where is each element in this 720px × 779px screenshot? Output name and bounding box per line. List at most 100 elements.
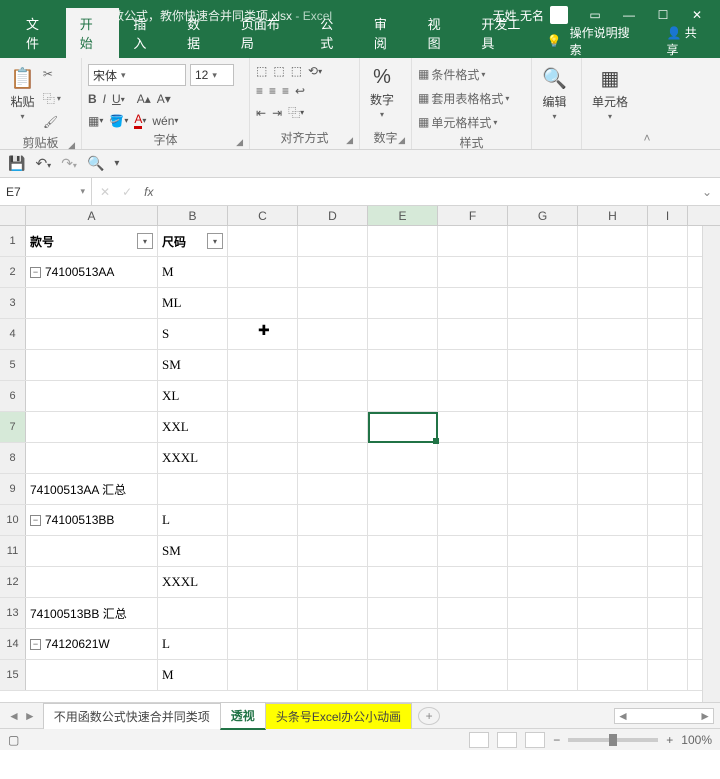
collapse-icon[interactable]: − [30,267,41,278]
dialog-launcher-icon[interactable]: ◢ [398,135,405,146]
cell[interactable] [298,629,368,659]
cell[interactable] [158,474,228,504]
decrease-indent-button[interactable]: ⇤ [256,106,266,120]
cell[interactable]: −74100513BB [26,505,158,535]
dialog-launcher-icon[interactable]: ◢ [346,135,353,146]
cell[interactable] [26,319,158,349]
cell[interactable] [438,474,508,504]
cell[interactable] [298,505,368,535]
zoom-out-button[interactable]: − [553,733,560,747]
border-button[interactable]: ▦ ▾ [88,114,103,128]
cell[interactable]: M [158,660,228,690]
cell[interactable] [298,536,368,566]
align-right-button[interactable]: ≡ [282,84,289,98]
cell[interactable] [438,443,508,473]
bold-button[interactable]: B [88,92,97,106]
cell[interactable] [368,350,438,380]
tab-file[interactable]: 文件 [12,8,66,58]
cell[interactable] [438,598,508,628]
cell[interactable] [298,660,368,690]
cell[interactable]: 74100513BB 汇总 [26,598,158,628]
cell[interactable] [228,257,298,287]
cell[interactable] [228,598,298,628]
col-header[interactable]: A [26,206,158,225]
cell[interactable] [228,629,298,659]
row-header[interactable]: 5 [0,350,26,380]
cell[interactable] [578,567,648,597]
tab-layout[interactable]: 页面布局 [227,8,306,58]
col-header[interactable]: G [508,206,578,225]
zoom-level[interactable]: 100% [681,733,712,747]
cell[interactable] [438,505,508,535]
page-break-view-button[interactable] [525,732,545,748]
conditional-format-button[interactable]: ▦条件格式▾ [418,64,485,84]
cell[interactable] [26,288,158,318]
cell[interactable]: −74100513AA [26,257,158,287]
cell[interactable] [438,567,508,597]
redo-button[interactable]: ↷▾ [61,155,77,172]
cell[interactable] [438,629,508,659]
col-header[interactable]: C [228,206,298,225]
cell[interactable] [228,567,298,597]
new-sheet-button[interactable]: + [418,707,440,725]
worksheet-grid[interactable]: A B C D E F G H I 1款号▾尺码▾2−74100513AAM3M… [0,206,720,702]
cell[interactable] [228,350,298,380]
align-center-button[interactable]: ≡ [269,84,276,98]
orientation-button[interactable]: ⟲▾ [308,64,322,78]
cell[interactable] [438,660,508,690]
cell[interactable] [648,660,688,690]
cell[interactable] [578,381,648,411]
cell[interactable] [508,226,578,256]
row-header[interactable]: 6 [0,381,26,411]
cell[interactable]: XXXL [158,567,228,597]
cell[interactable] [508,629,578,659]
cell[interactable] [368,288,438,318]
cell[interactable] [648,443,688,473]
cell[interactable]: XL [158,381,228,411]
cell[interactable] [438,381,508,411]
tab-dev[interactable]: 开发工具 [467,8,546,58]
cell[interactable] [648,567,688,597]
row-header[interactable]: 13 [0,598,26,628]
cell[interactable]: 尺码▾ [158,226,228,256]
cell[interactable] [228,288,298,318]
row-header[interactable]: 9 [0,474,26,504]
phonetic-button[interactable]: wén▾ [152,114,178,128]
cell[interactable] [648,288,688,318]
cell[interactable]: SM [158,350,228,380]
cell[interactable] [298,288,368,318]
sheet-tab[interactable]: 不用函数公式快速合并同类项 [43,703,221,729]
cell[interactable] [578,629,648,659]
col-header[interactable]: H [578,206,648,225]
cell[interactable] [508,505,578,535]
table-format-button[interactable]: ▦套用表格格式▾ [418,88,509,108]
cell[interactable] [578,443,648,473]
cell[interactable]: SM [158,536,228,566]
cell[interactable] [298,412,368,442]
tab-review[interactable]: 审阅 [360,8,414,58]
cell[interactable] [578,412,648,442]
align-top-button[interactable]: ⬚ [256,64,267,78]
cell[interactable] [438,536,508,566]
filter-dropdown-icon[interactable]: ▾ [137,233,153,249]
sheet-tab-nav[interactable]: ◄► [0,709,44,723]
cell[interactable] [648,226,688,256]
cell[interactable] [648,412,688,442]
font-size-combo[interactable]: 12▾ [190,64,234,86]
paste-button[interactable]: 📋 粘贴 ▾ [6,64,39,123]
row-header[interactable]: 4 [0,319,26,349]
row-header[interactable]: 14 [0,629,26,659]
cell[interactable] [578,288,648,318]
col-header[interactable]: D [298,206,368,225]
cell[interactable] [368,536,438,566]
cell[interactable] [508,598,578,628]
cell[interactable] [648,474,688,504]
number-format-button[interactable]: %数字▾ [366,64,398,121]
cancel-formula-icon[interactable]: ✕ [100,185,110,199]
print-preview-button[interactable]: 🔍 [87,155,104,172]
cell[interactable] [298,257,368,287]
cell[interactable] [648,319,688,349]
cell[interactable] [438,350,508,380]
cell[interactable] [438,257,508,287]
cell[interactable] [508,319,578,349]
